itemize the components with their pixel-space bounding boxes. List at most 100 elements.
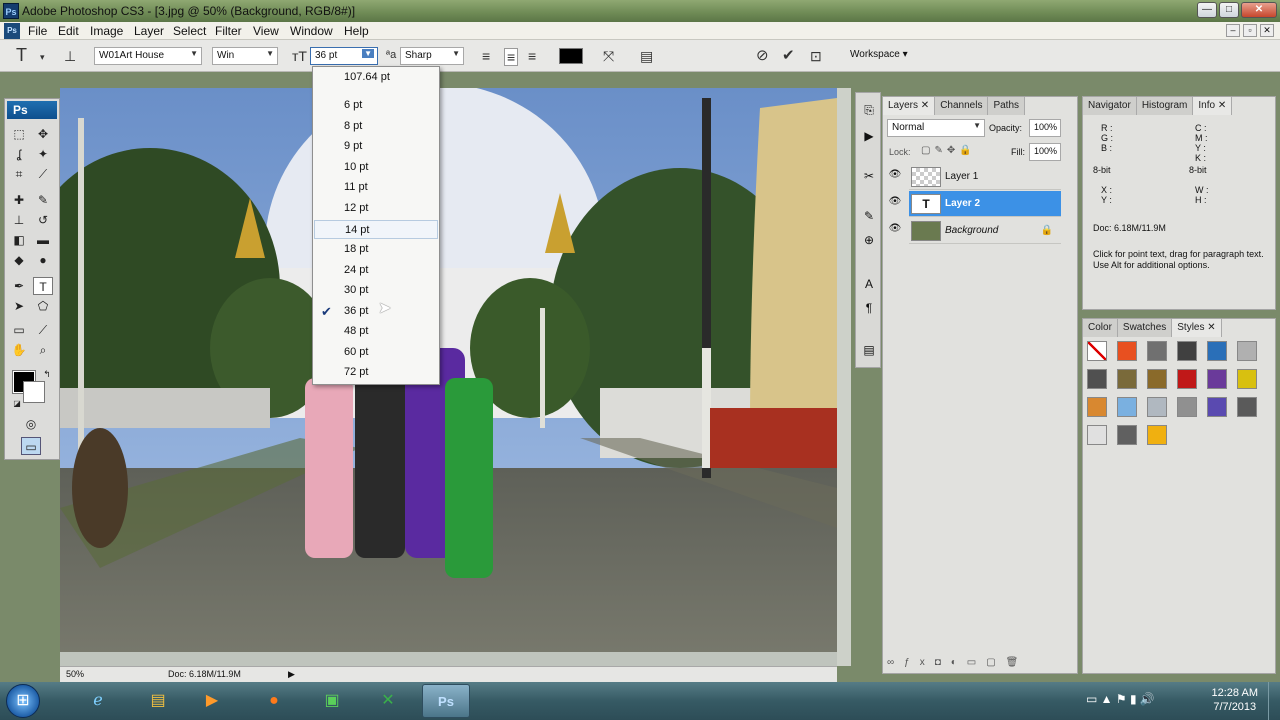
tab-channels[interactable]: Channels [935, 97, 989, 115]
brushes-panel-icon[interactable]: ✎ [860, 207, 878, 225]
blend-mode-select[interactable]: Normal ▼ [887, 119, 985, 137]
tab-color[interactable]: Color [1083, 319, 1118, 337]
media-player-taskbar-icon[interactable]: ▶ [188, 684, 236, 718]
hand-tool-icon[interactable]: ✋ [9, 341, 29, 359]
style-swatch[interactable] [1207, 369, 1227, 389]
font-family-select[interactable]: W01Art House ▼ [94, 47, 202, 65]
firefox-taskbar-icon[interactable]: ● [250, 684, 298, 718]
size-option[interactable]: 18 pt [314, 240, 438, 259]
visibility-eye-icon[interactable]: 👁 [887, 169, 903, 185]
tab-histogram[interactable]: Histogram [1136, 97, 1194, 115]
horizontal-scrollbar[interactable] [60, 652, 837, 666]
screen-mode-icon[interactable]: ▭ [21, 437, 41, 455]
font-size-select[interactable]: 36 pt ▼ [310, 47, 378, 65]
actions-panel-icon[interactable]: ▶ [860, 127, 878, 145]
magic-wand-tool-icon[interactable]: ✦ [33, 145, 53, 163]
ie-taskbar-icon[interactable]: ℯ [74, 684, 122, 718]
style-swatch[interactable] [1207, 397, 1227, 417]
style-swatch[interactable] [1117, 425, 1137, 445]
terminal-taskbar-icon[interactable]: ▣ [308, 684, 356, 718]
tab-layers[interactable]: Layers ✕ [883, 97, 936, 115]
document-icon[interactable]: Ps [4, 23, 20, 39]
vertical-scrollbar[interactable] [837, 88, 851, 666]
dodge-tool-icon[interactable]: ● [33, 251, 53, 269]
tab-info[interactable]: Info ✕ [1193, 97, 1233, 115]
menu-window[interactable]: Window [290, 24, 333, 38]
style-swatch[interactable] [1147, 425, 1167, 445]
style-swatch[interactable] [1147, 369, 1167, 389]
align-center-icon[interactable]: ≡ [504, 48, 519, 66]
doc-restore-button[interactable]: ▫ [1243, 24, 1257, 37]
menu-edit[interactable]: Edit [58, 24, 79, 38]
doc-minimize-button[interactable]: – [1226, 24, 1240, 37]
minimize-button[interactable]: — [1197, 2, 1217, 18]
marquee-tool-icon[interactable]: ⬚ [9, 125, 29, 143]
style-swatch[interactable] [1207, 341, 1227, 361]
show-desktop-button[interactable] [1268, 682, 1280, 720]
history-brush-icon[interactable]: ↺ [33, 211, 53, 229]
style-swatch[interactable] [1117, 397, 1137, 417]
tray-icons[interactable]: ▭ ▲ ⚑ ▮ 🔊 [1086, 692, 1155, 706]
blur-tool-icon[interactable]: ◆ [9, 251, 29, 269]
style-swatch[interactable] [1177, 341, 1197, 361]
type-tool-preset-icon[interactable]: T [16, 45, 27, 66]
eraser-tool-icon[interactable]: ◧ [9, 231, 29, 249]
style-swatch[interactable] [1147, 341, 1167, 361]
quick-mask-icon[interactable]: ◎ [21, 415, 41, 433]
clone-source-icon[interactable]: ⊕ [860, 231, 878, 249]
style-swatch[interactable] [1237, 369, 1257, 389]
menu-select[interactable]: Select [173, 24, 206, 38]
menu-image[interactable]: Image [90, 24, 123, 38]
tab-styles[interactable]: Styles ✕ [1172, 319, 1222, 337]
notes-tool-icon[interactable]: ▭ [9, 321, 29, 339]
anti-alias-select[interactable]: Sharp ▼ [400, 47, 464, 65]
bridge-icon[interactable]: ⊡ [810, 48, 822, 65]
style-swatch[interactable] [1087, 397, 1107, 417]
slice-tool-icon[interactable]: ⟋ [33, 165, 53, 183]
eyedropper-tool-icon[interactable]: ⟋ [33, 321, 53, 339]
size-option[interactable]: 8 pt [314, 117, 438, 136]
commit-edit-icon[interactable]: ✔ [782, 46, 795, 64]
character-icon[interactable]: A [860, 275, 878, 293]
doc-close-button[interactable]: ✕ [1260, 24, 1274, 37]
lasso-tool-icon[interactable]: ʆ [9, 145, 29, 163]
start-button[interactable]: ⊞ [6, 684, 40, 718]
crop-tool-icon[interactable]: ⌗ [9, 165, 29, 183]
size-option[interactable]: 10 pt [314, 158, 438, 177]
align-left-icon[interactable]: ≡ [482, 48, 490, 64]
size-option[interactable]: 11 pt [314, 178, 438, 197]
style-swatch[interactable] [1237, 341, 1257, 361]
history-panel-icon[interactable]: ⎘ [860, 101, 878, 119]
tab-swatches[interactable]: Swatches [1117, 319, 1173, 337]
style-swatch[interactable] [1177, 369, 1197, 389]
style-swatch[interactable] [1117, 369, 1137, 389]
move-tool-icon[interactable]: ✥ [33, 125, 53, 143]
size-option[interactable]: 48 pt [314, 322, 438, 341]
menu-help[interactable]: Help [344, 24, 369, 38]
size-option[interactable]: 6 pt [314, 96, 438, 115]
shape-tool-icon[interactable]: ⬠ [33, 297, 53, 315]
style-swatch[interactable] [1147, 397, 1167, 417]
size-option[interactable]: 107.64 pt [314, 68, 438, 87]
clone-stamp-icon[interactable]: ⊥ [9, 211, 29, 229]
healing-brush-icon[interactable]: ✚ [9, 191, 29, 209]
layer-comps-icon[interactable]: ▤ [860, 341, 878, 359]
style-swatch[interactable] [1087, 425, 1107, 445]
tab-paths[interactable]: Paths [988, 97, 1026, 115]
style-swatch[interactable] [1237, 397, 1257, 417]
pen-tool-icon[interactable]: ✒ [9, 277, 29, 295]
character-panel-icon[interactable]: ▤ [640, 48, 653, 65]
close-button[interactable]: ✕ [1241, 2, 1277, 18]
explorer-taskbar-icon[interactable]: ▤ [134, 684, 182, 718]
tab-navigator[interactable]: Navigator [1083, 97, 1137, 115]
status-arrow-icon[interactable]: ▶ [288, 669, 295, 680]
menu-view[interactable]: View [253, 24, 279, 38]
size-option-checked[interactable]: ✔ 36 pt [314, 302, 438, 321]
zoom-tool-icon[interactable]: ⌕ [33, 341, 53, 359]
style-swatch[interactable] [1117, 341, 1137, 361]
document-canvas[interactable] [60, 88, 837, 652]
menu-filter[interactable]: Filter [215, 24, 242, 38]
text-orientation-icon[interactable]: ⊥ [64, 48, 76, 65]
path-selection-icon[interactable]: ➤ [9, 297, 29, 315]
layer-row[interactable]: Layer 1 [909, 164, 1061, 190]
